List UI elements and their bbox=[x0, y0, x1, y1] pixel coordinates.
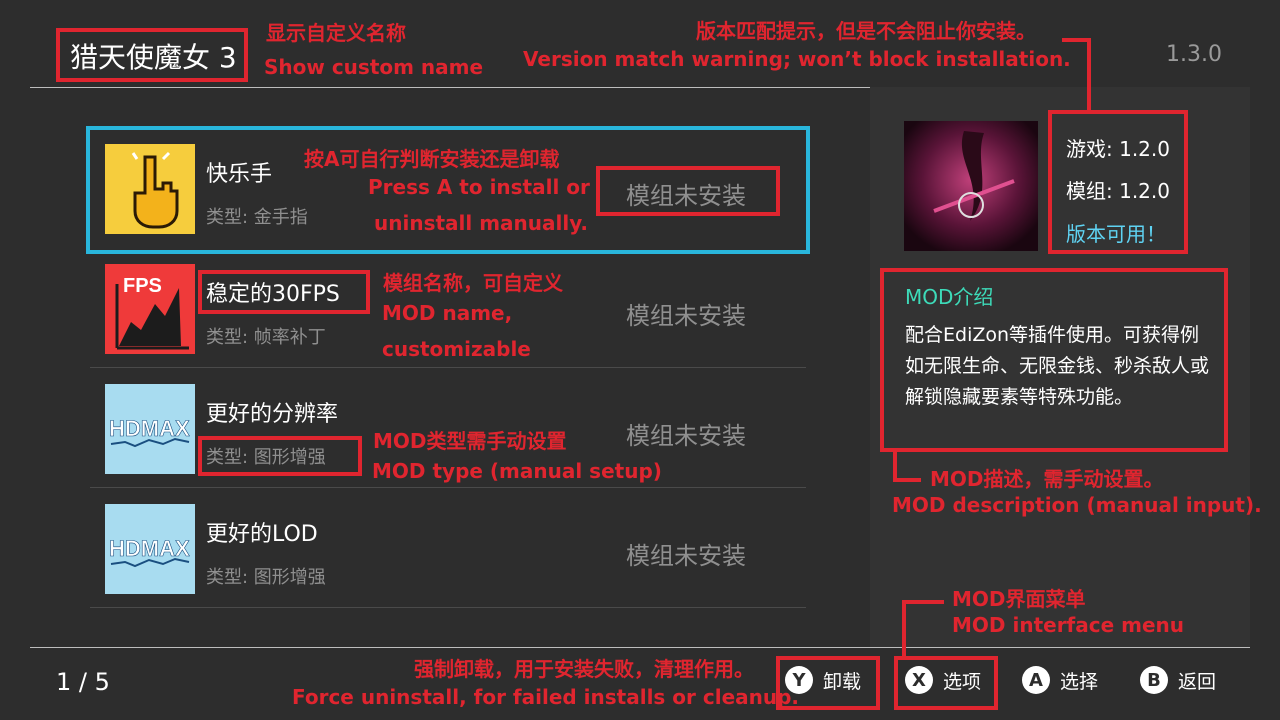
select-button[interactable]: A 选择 bbox=[1022, 666, 1098, 694]
app-version: 1.3.0 bbox=[1166, 42, 1222, 67]
a-button-icon: A bbox=[1022, 666, 1050, 694]
b-button-icon: B bbox=[1140, 666, 1168, 694]
annotation-box-mod-type bbox=[198, 436, 362, 476]
mod-name: 更好的LOD bbox=[206, 522, 318, 547]
mod-type: 类型: 帧率补丁 bbox=[206, 327, 326, 348]
mod-status: 模组未安装 bbox=[626, 542, 746, 570]
annotation-version-warning-cn: 版本匹配提示，但是不会阻止你安装。 bbox=[696, 19, 1036, 43]
annotation-connector bbox=[902, 600, 906, 658]
footer-divider bbox=[30, 647, 1250, 648]
annotation-custom-name-en: Show custom name bbox=[264, 55, 484, 79]
annotation-mod-type-en: MOD type (manual setup) bbox=[372, 459, 662, 483]
annotation-press-a-cn: 按A可自行判断安装还是卸载 bbox=[304, 147, 560, 171]
annotation-description-en: MOD description (manual input). bbox=[892, 493, 1262, 517]
annotation-description-cn: MOD描述，需手动设置。 bbox=[930, 467, 1164, 491]
annotation-connector bbox=[893, 450, 897, 480]
back-button[interactable]: B 返回 bbox=[1140, 666, 1216, 694]
button-label: 返回 bbox=[1178, 670, 1217, 693]
annotation-press-a-en: Press A to install or bbox=[368, 175, 590, 199]
mod-status: 模组未安装 bbox=[626, 422, 746, 450]
annotation-box-description bbox=[880, 268, 1228, 452]
mod-list-item[interactable]: HDMAX 更好的LOD 类型: 图形增强 模组未安装 bbox=[90, 488, 806, 608]
annotation-mod-name-en: MOD name, bbox=[382, 301, 513, 325]
annotation-force-uninstall-cn: 强制卸载，用于安装失败，清理作用。 bbox=[414, 657, 754, 681]
annotation-menu-cn: MOD界面菜单 bbox=[952, 587, 1086, 611]
annotation-connector bbox=[902, 600, 944, 604]
annotation-mod-name-cn: 模组名称，可自定义 bbox=[383, 271, 563, 295]
hdmax-icon: HDMAX bbox=[105, 384, 195, 474]
annotation-box-title bbox=[56, 28, 248, 82]
fps-chart-icon: FPS bbox=[105, 264, 195, 354]
annotation-menu-en: MOD interface menu bbox=[952, 613, 1185, 637]
annotation-connector bbox=[1062, 38, 1090, 42]
annotation-connector bbox=[1087, 38, 1091, 112]
annotation-box-version bbox=[1048, 110, 1188, 254]
annotation-box-status bbox=[596, 166, 780, 216]
mod-status: 模组未安装 bbox=[626, 302, 746, 330]
annotation-custom-name-cn: 显示自定义名称 bbox=[266, 21, 406, 45]
annotation-mod-type-cn: MOD类型需手动设置 bbox=[373, 429, 567, 453]
hdmax-icon: HDMAX bbox=[105, 504, 195, 594]
hdmax-icon-text: HDMAX bbox=[109, 536, 190, 561]
game-cover-image bbox=[904, 121, 1038, 251]
hdmax-icon-text: HDMAX bbox=[109, 416, 190, 441]
annotation-version-warning-en: Version match warning; won’t block insta… bbox=[523, 47, 1071, 71]
row-divider bbox=[90, 607, 806, 608]
annotation-connector bbox=[893, 478, 921, 482]
annotation-force-uninstall-en: Force uninstall, for failed installs or … bbox=[292, 685, 800, 709]
fps-icon-text: FPS bbox=[123, 275, 162, 297]
annotation-mod-name-en: customizable bbox=[382, 337, 531, 361]
annotation-box-mod-name bbox=[198, 270, 370, 314]
mod-name: 更好的分辨率 bbox=[206, 402, 339, 427]
page-indicator: 1 / 5 bbox=[56, 668, 110, 696]
button-label: 选择 bbox=[1060, 670, 1099, 693]
annotation-box-uninstall bbox=[776, 656, 880, 710]
annotation-box-options bbox=[894, 656, 998, 710]
annotation-press-a-en: uninstall manually. bbox=[374, 211, 589, 235]
mod-type: 类型: 图形增强 bbox=[206, 567, 326, 588]
